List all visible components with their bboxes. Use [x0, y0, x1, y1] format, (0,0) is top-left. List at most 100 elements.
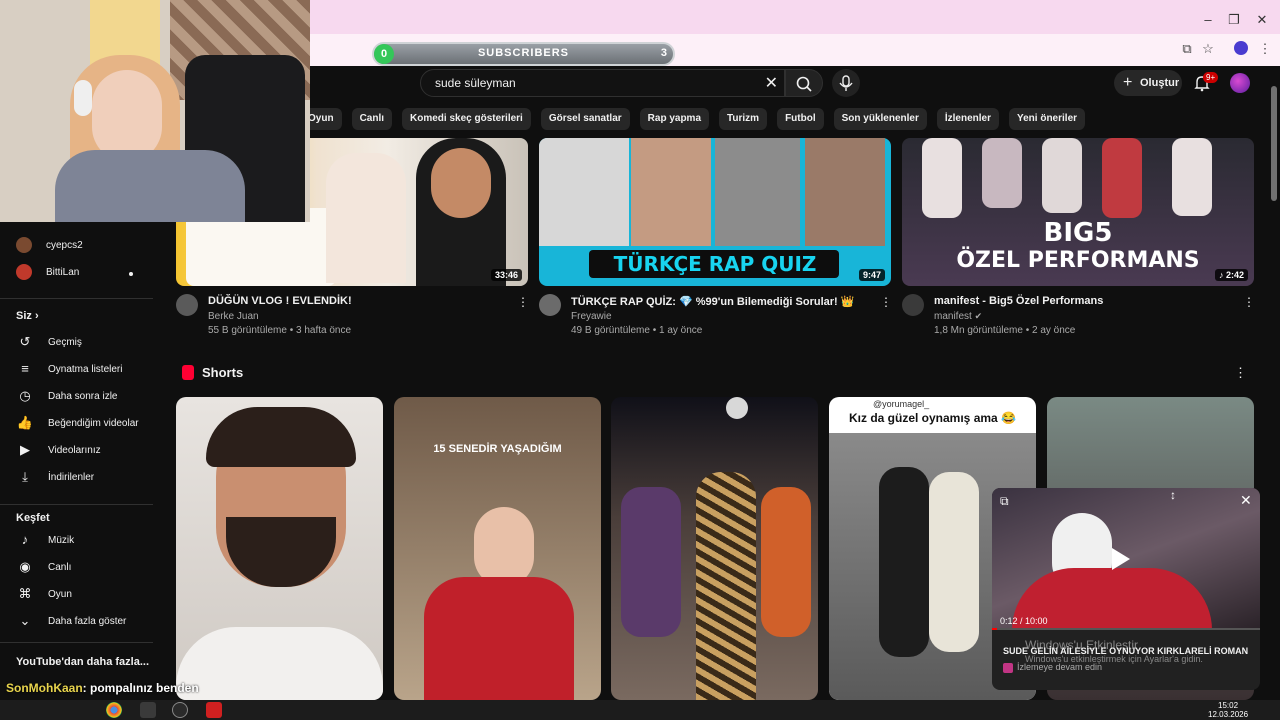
taskbar-clock[interactable]: 15:02 12.03.2026 — [1208, 701, 1248, 719]
thumbnail-face — [431, 148, 491, 218]
channel-name-text: manifest — [934, 311, 972, 322]
thumbnail-title-text: TÜRKÇE RAP QUIZ — [613, 252, 817, 276]
obs-taskbar-icon[interactable] — [172, 702, 188, 718]
video-title[interactable]: manifest - Big5 Özel Performans — [934, 295, 1103, 307]
browser-profile-avatar[interactable] — [1234, 41, 1248, 55]
thumbs-up-icon: 👍 — [16, 415, 34, 430]
webcam-overlay — [0, 0, 310, 222]
install-app-icon[interactable]: ⧉ — [1178, 40, 1196, 58]
subscriber-goal-count: 3 — [660, 47, 667, 59]
chat-text: pompalınız benden — [90, 681, 199, 695]
sidebar-item-your-videos[interactable]: ▶ Videolarınız — [16, 440, 101, 460]
notification-count-badge: 9+ — [1203, 72, 1219, 83]
app-taskbar-icon[interactable] — [206, 702, 222, 718]
short-dancer — [696, 472, 756, 700]
channel-avatar[interactable] — [176, 294, 198, 316]
sidebar-heading-explore: Keşfet — [16, 512, 50, 524]
clear-search-icon[interactable]: ✕ — [765, 73, 778, 93]
filter-chip[interactable]: Canlı — [351, 108, 393, 130]
sidebar-item-download[interactable]: ⤓ İndirilenler — [16, 467, 94, 487]
video-title[interactable]: TÜRKÇE RAP QUİZ: 💎 %99'un Bilemediği Sor… — [571, 295, 854, 308]
thumbnail-face-3 — [715, 138, 800, 246]
filter-chip[interactable]: Komedi skeç gösterileri — [402, 108, 531, 130]
browser-menu-icon[interactable]: ⋮ — [1256, 40, 1274, 58]
sidebar-sub-cyepcs2[interactable]: cyepcs2 — [16, 235, 83, 255]
more-actions-icon[interactable]: ⋮ — [517, 295, 529, 309]
search-button[interactable] — [785, 69, 823, 97]
close-window-icon[interactable]: ✕ — [1250, 10, 1274, 30]
account-avatar[interactable] — [1230, 73, 1250, 93]
minimize-icon[interactable]: – — [1196, 10, 1220, 30]
stream-chat-message: SonMohKaan: pompalınız benden — [6, 681, 199, 695]
search-query: sude süleyman — [435, 76, 516, 90]
browser-taskbar-icon[interactable] — [140, 702, 156, 718]
resize-handle-icon[interactable]: ↕ — [1170, 488, 1176, 502]
plus-icon: + — [1123, 74, 1133, 91]
filter-chip[interactable]: Rap yapma — [639, 108, 710, 130]
filter-chip[interactable]: Görsel sanatlar — [540, 108, 630, 130]
thumbnail-face-4 — [805, 138, 885, 246]
video-thumbnail[interactable]: TÜRKÇE RAP QUIZ 9:47 — [539, 138, 891, 286]
sidebar-item-live[interactable]: ◉ Canlı — [16, 557, 71, 577]
short-handle: @yorumagel_ — [873, 399, 930, 409]
channel-name[interactable]: Freyawie — [571, 311, 612, 322]
sidebar-item-gaming[interactable]: ⌘ Oyun — [16, 584, 72, 604]
sidebar-item-playlists[interactable]: ≡ Oynatma listeleri — [16, 359, 122, 379]
channel-avatar[interactable] — [902, 294, 924, 316]
performer — [1042, 138, 1082, 213]
channel-name[interactable]: Berke Juan — [208, 311, 259, 322]
sidebar-item-chevron-down[interactable]: ⌄ Daha fazla göster — [16, 611, 127, 631]
webcam-headphones — [74, 80, 92, 116]
subscriber-label: SUBSCRIBERS — [477, 47, 570, 59]
more-actions-icon[interactable]: ⋮ — [1243, 295, 1255, 309]
more-actions-icon[interactable]: ⋮ — [880, 295, 892, 309]
microphone-icon — [839, 75, 853, 91]
sidebar-item-music[interactable]: ♪ Müzik — [16, 530, 74, 550]
search-input[interactable]: sude süleyman ✕ — [420, 69, 785, 97]
video-metadata: 1,8 Mn görüntüleme • 2 ay önce — [934, 325, 1076, 336]
filter-chip[interactable]: Yeni öneriler — [1009, 108, 1086, 130]
sidebar-sub-bittilan[interactable]: BittiLan — [16, 262, 79, 282]
voice-search-button[interactable] — [832, 69, 860, 97]
mini-player-time: 0:12 / 10:00 — [1000, 616, 1048, 626]
short-red-jacket — [424, 577, 574, 700]
short-thumbnail[interactable] — [611, 397, 818, 700]
filter-chip[interactable]: İzlenenler — [936, 108, 999, 130]
short-thumbnail[interactable] — [176, 397, 383, 700]
performer — [922, 138, 962, 218]
sidebar-item-label: Videolarınız — [48, 444, 101, 456]
short-hair — [206, 407, 356, 467]
channel-avatar[interactable] — [539, 294, 561, 316]
maximize-icon[interactable]: ❐ — [1222, 10, 1246, 30]
create-button[interactable]: + Oluştur — [1114, 70, 1182, 96]
short-thumbnail[interactable]: 15 SENEDİR YAŞADIĞIM — [394, 397, 601, 700]
windows-activation-subtitle: Windows'u etkinleştirmek için Ayarlar'a … — [1025, 654, 1203, 664]
channel-name[interactable]: manifest ✔ — [934, 311, 982, 322]
you-heading-label: Siz — [16, 310, 32, 322]
sidebar-item-history[interactable]: ↺ Geçmiş — [16, 332, 82, 352]
video-thumbnail[interactable]: BIG5 ÖZEL PERFORMANS ♪ 2:42 — [902, 138, 1254, 286]
progress-bar[interactable] — [992, 628, 1260, 630]
video-title[interactable]: DÜĞÜN VLOG ! EVLENDİK! — [208, 295, 352, 307]
expand-icon[interactable]: ⧉ — [1000, 494, 1009, 509]
chrome-taskbar-icon[interactable] — [106, 702, 122, 718]
playlists-icon: ≡ — [21, 361, 29, 376]
create-label: Oluştur — [1140, 77, 1180, 89]
sidebar-item-thumbs-up[interactable]: 👍 Beğendiğim videolar — [16, 413, 139, 433]
sidebar-heading-you[interactable]: Siz › — [16, 310, 39, 322]
sidebar-item-clock[interactable]: ◷ Daha sonra izle — [16, 386, 117, 406]
filter-chip[interactable]: Turizm — [719, 108, 768, 130]
play-icon[interactable] — [1112, 548, 1130, 570]
short-shirt — [176, 627, 383, 700]
close-icon[interactable]: ✕ — [1240, 492, 1252, 509]
bookmark-star-icon[interactable]: ☆ — [1199, 40, 1217, 58]
shorts-more-icon[interactable]: ⋮ — [1234, 365, 1247, 381]
filter-chip[interactable]: Son yüklenenler — [833, 108, 927, 130]
performer — [1172, 138, 1212, 216]
thumbnail-title-line2: ÖZEL PERFORMANS — [956, 248, 1200, 273]
short-person — [929, 472, 979, 652]
clock-icon: ◷ — [19, 388, 31, 403]
filter-chip[interactable]: Futbol — [777, 108, 824, 130]
sidebar-item-label: cyepcs2 — [46, 239, 83, 251]
page-scrollbar[interactable] — [1271, 86, 1277, 201]
